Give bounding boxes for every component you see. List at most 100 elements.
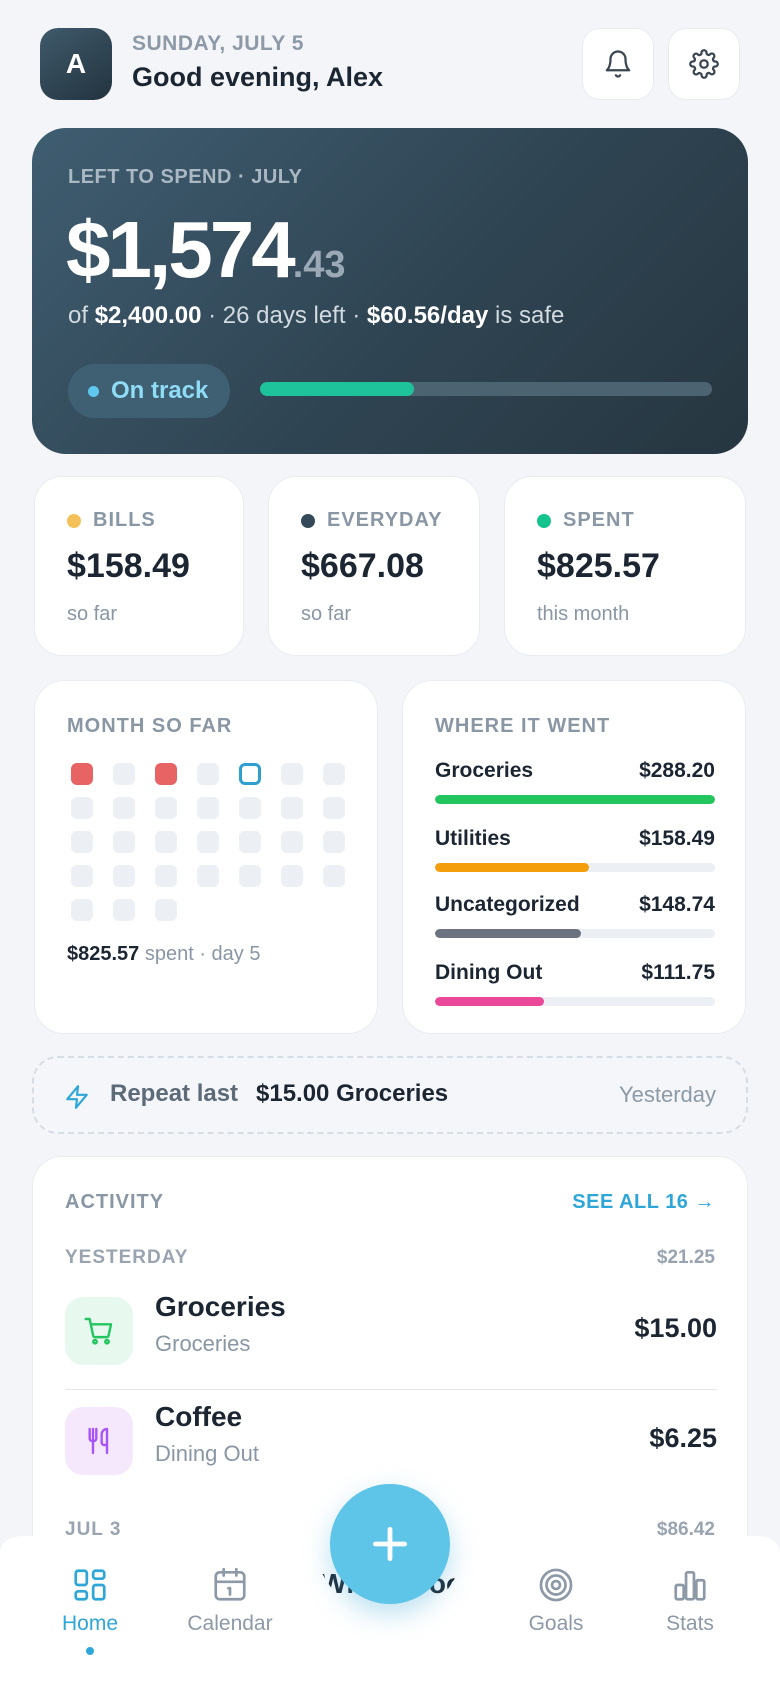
budget-progress-fill: [260, 382, 414, 396]
status-dot: [88, 385, 99, 397]
calendar-day-cell[interactable]: [155, 797, 177, 819]
transaction-icon: [65, 1297, 133, 1365]
calendar-day-cell[interactable]: [197, 763, 219, 785]
calendar-day-cell[interactable]: [155, 865, 177, 887]
calendar-day-cell[interactable]: [281, 831, 303, 853]
calendar-day-cell[interactable]: [281, 865, 303, 887]
category-name: Dining Out: [435, 961, 543, 984]
calendar-day-cell[interactable]: [71, 797, 93, 819]
calendar-day-cell[interactable]: [155, 831, 177, 853]
calendar-day-cell[interactable]: [71, 899, 93, 921]
month-spent: $825.57: [67, 943, 140, 965]
see-all-link[interactable]: SEE ALL 16 →: [572, 1191, 715, 1214]
stat-value: $667.08: [301, 547, 424, 585]
safe-text: is safe: [494, 302, 565, 329]
date-label: SUNDAY, JULY 5: [132, 32, 304, 55]
lightning-icon: [66, 1085, 88, 1109]
budget-of: of: [68, 302, 89, 329]
calendar-day-cell[interactable]: [281, 797, 303, 819]
calendar-day-cell[interactable]: [197, 831, 219, 853]
transaction-category: Dining Out: [155, 1441, 259, 1466]
nav-calendar[interactable]: Calendar: [170, 1566, 290, 1636]
stat-card-spent[interactable]: SPENT $825.57 this month: [504, 476, 746, 656]
stat-card-bills[interactable]: BILLS $158.49 so far: [34, 476, 244, 656]
everyday-dot: [301, 513, 315, 528]
calendar-day-cell[interactable]: [239, 831, 261, 853]
calendar-day-cell[interactable]: [155, 899, 177, 921]
calendar-icon: [214, 1567, 246, 1601]
calendar-day-cell[interactable]: [239, 865, 261, 887]
category-groceries[interactable]: Groceries $288.20: [435, 759, 715, 804]
hero-label: LEFT TO SPEND · JULY: [68, 166, 303, 188]
category-dining-out[interactable]: Dining Out $111.75: [435, 961, 715, 1006]
stat-sub: so far: [301, 603, 352, 625]
category-bar-fill: [435, 795, 715, 804]
active-indicator-dot: [86, 1647, 94, 1655]
month-summary: $825.57 spent · day 5: [67, 943, 260, 966]
budget-summary: of $2,400.00 · 26 days left · $60.56/day…: [68, 302, 564, 330]
calendar-day-cell[interactable]: [113, 865, 135, 887]
calendar-day-cell[interactable]: [323, 763, 345, 785]
calendar-day-cell[interactable]: [71, 831, 93, 853]
bar-chart-icon: [674, 1570, 706, 1601]
category-name: Groceries: [435, 759, 534, 782]
add-transaction-button[interactable]: [330, 1484, 450, 1604]
days-left: · 26 days left ·: [208, 302, 361, 329]
nav-label: Goals: [528, 1612, 584, 1635]
category-name: Uncategorized: [435, 893, 580, 916]
category-bar: [435, 863, 715, 872]
nav-stats[interactable]: Stats: [630, 1566, 750, 1636]
calendar-day-cell[interactable]: [71, 763, 93, 785]
calendar-day-cell[interactable]: [239, 797, 261, 819]
calendar-day-cell[interactable]: [113, 899, 135, 921]
category-bar: [435, 929, 715, 938]
stat-label: EVERYDAY: [301, 509, 442, 532]
plus-icon: [372, 1526, 408, 1562]
transaction-row[interactable]: Groceries Groceries $15.00: [65, 1285, 717, 1379]
stat-card-everyday[interactable]: EVERYDAY $667.08 so far: [268, 476, 480, 656]
bills-dot: [67, 513, 81, 528]
where-title: WHERE IT WENT: [435, 715, 611, 737]
calendar-day-cell[interactable]: [281, 763, 303, 785]
transaction-name: Groceries: [155, 1291, 286, 1322]
calendar-day-cell[interactable]: [197, 865, 219, 887]
repeat-last-button[interactable]: Repeat last $15.00 Groceries Yesterday: [32, 1056, 748, 1134]
stat-label: BILLS: [67, 509, 156, 532]
greeting: Good evening, Alex: [132, 62, 384, 92]
calendar-day-cell[interactable]: [323, 797, 345, 819]
category-bar-fill: [435, 997, 545, 1006]
repeat-label: Repeat last: [110, 1080, 239, 1107]
calendar-day-cell[interactable]: [113, 831, 135, 853]
status-text: On track: [111, 377, 209, 404]
notifications-button[interactable]: [582, 28, 654, 100]
stat-value: $158.49: [67, 547, 190, 585]
left-to-spend-amount: $1,574.43: [66, 204, 346, 296]
repeat-item: $15.00 Groceries: [256, 1080, 449, 1107]
calendar-day-cell[interactable]: [197, 797, 219, 819]
stat-sub: this month: [537, 603, 630, 625]
header: A SUNDAY, JULY 5 Good evening, Alex: [40, 28, 740, 100]
nav-label: Calendar: [187, 1612, 273, 1635]
settings-button[interactable]: [668, 28, 740, 100]
month-so-far-card[interactable]: MONTH SO FAR $825.57 spent · day 5: [34, 680, 378, 1034]
calendar-day-cell[interactable]: [71, 865, 93, 887]
category-amount: $288.20: [639, 759, 715, 782]
calendar-day-cell[interactable]: [323, 831, 345, 853]
calendar-day-cell[interactable]: [155, 763, 177, 785]
where-it-went-card[interactable]: WHERE IT WENT Groceries $288.20 Utilities…: [402, 680, 746, 1034]
category-uncategorized[interactable]: Uncategorized $148.74: [435, 893, 715, 938]
calendar-day-cell[interactable]: [323, 865, 345, 887]
nav-goals[interactable]: Goals: [496, 1566, 616, 1636]
avatar[interactable]: A: [40, 28, 112, 100]
nav-home[interactable]: Home: [30, 1566, 150, 1636]
calendar-day-cell[interactable]: [239, 763, 261, 785]
cart-icon: [84, 1317, 113, 1345]
target-icon: [539, 1568, 573, 1602]
calendar-day-cell[interactable]: [113, 797, 135, 819]
category-utilities[interactable]: Utilities $158.49: [435, 827, 715, 872]
transaction-row[interactable]: Coffee Dining Out $6.25: [65, 1395, 717, 1489]
left-to-spend-card[interactable]: LEFT TO SPEND · JULY $1,574.43 of $2,400…: [32, 128, 748, 454]
transaction-category: Groceries: [155, 1331, 251, 1356]
transaction-amount: $6.25: [649, 1423, 717, 1453]
calendar-day-cell[interactable]: [113, 763, 135, 785]
